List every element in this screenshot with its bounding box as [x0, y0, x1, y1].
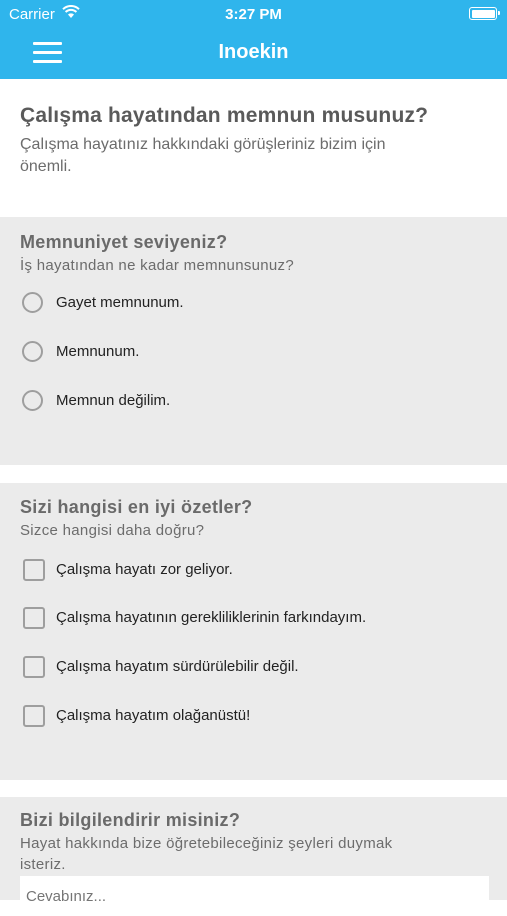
question-subtitle: Hayat hakkında bize öğretebileceğiniz şe…	[20, 835, 393, 873]
checkbox[interactable]	[23, 656, 45, 678]
radio-option-satisfied[interactable]: Memnunum.	[20, 339, 490, 369]
answer-input[interactable]	[20, 876, 489, 916]
question-title: Bizi bilgilendirir misiniz?	[20, 810, 241, 830]
question-title: Sizi hangisi en iyi özetler?	[20, 497, 253, 517]
checkbox-option-aware[interactable]: Çalışma hayatının gerekliliklerinin fark…	[20, 605, 490, 635]
radio-button[interactable]	[22, 292, 43, 313]
survey-header: Çalışma hayatından memnun musunuz? Çalış…	[20, 104, 490, 178]
option-label: Memnunum.	[56, 343, 140, 360]
survey-title: Çalışma hayatından memnun musunuz?	[20, 104, 429, 127]
checkbox-option-extraordinary[interactable]: Çalışma hayatım olağanüstü!	[20, 703, 490, 733]
option-label: Memnun değilim.	[56, 392, 171, 409]
option-label: Çalışma hayatının gerekliliklerinin fark…	[56, 609, 367, 626]
survey-description: Çalışma hayatınız hakkındaki görüşlerini…	[20, 136, 386, 175]
radio-button[interactable]	[22, 341, 43, 362]
checkbox[interactable]	[23, 559, 45, 581]
checkbox-option-hard[interactable]: Çalışma hayatı zor geliyor.	[20, 557, 490, 587]
question-summary: Sizi hangisi en iyi özetler? Sizce hangi…	[0, 483, 507, 780]
checkbox[interactable]	[23, 607, 45, 629]
question-title: Memnuniyet seviyeniz?	[20, 232, 228, 252]
clock: 3:27 PM	[225, 6, 282, 23]
checkbox[interactable]	[23, 705, 45, 727]
option-label: Çalışma hayatım olağanüstü!	[56, 707, 251, 724]
option-label: Gayet memnunum.	[56, 294, 184, 311]
option-label: Çalışma hayatım sürdürülebilir değil.	[56, 658, 299, 675]
checkbox-option-not-sustainable[interactable]: Çalışma hayatım sürdürülebilir değil.	[20, 654, 490, 684]
app-title: Inoekin	[218, 41, 289, 63]
radio-option-very-satisfied[interactable]: Gayet memnunum.	[20, 290, 490, 320]
question-satisfaction: Memnuniyet seviyeniz? İş hayatından ne k…	[0, 217, 507, 465]
status-bar: Carrier 3:27 PM	[0, 0, 507, 28]
battery-icon	[469, 7, 500, 20]
question-subtitle: İş hayatından ne kadar memnunsunuz?	[20, 257, 295, 274]
radio-option-not-satisfied[interactable]: Memnun değilim.	[20, 388, 490, 418]
navigation-bar: Inoekin	[0, 28, 507, 79]
question-subtitle: Sizce hangisi daha doğru?	[20, 522, 205, 539]
option-label: Çalışma hayatı zor geliyor.	[56, 561, 233, 578]
radio-button[interactable]	[22, 390, 43, 411]
